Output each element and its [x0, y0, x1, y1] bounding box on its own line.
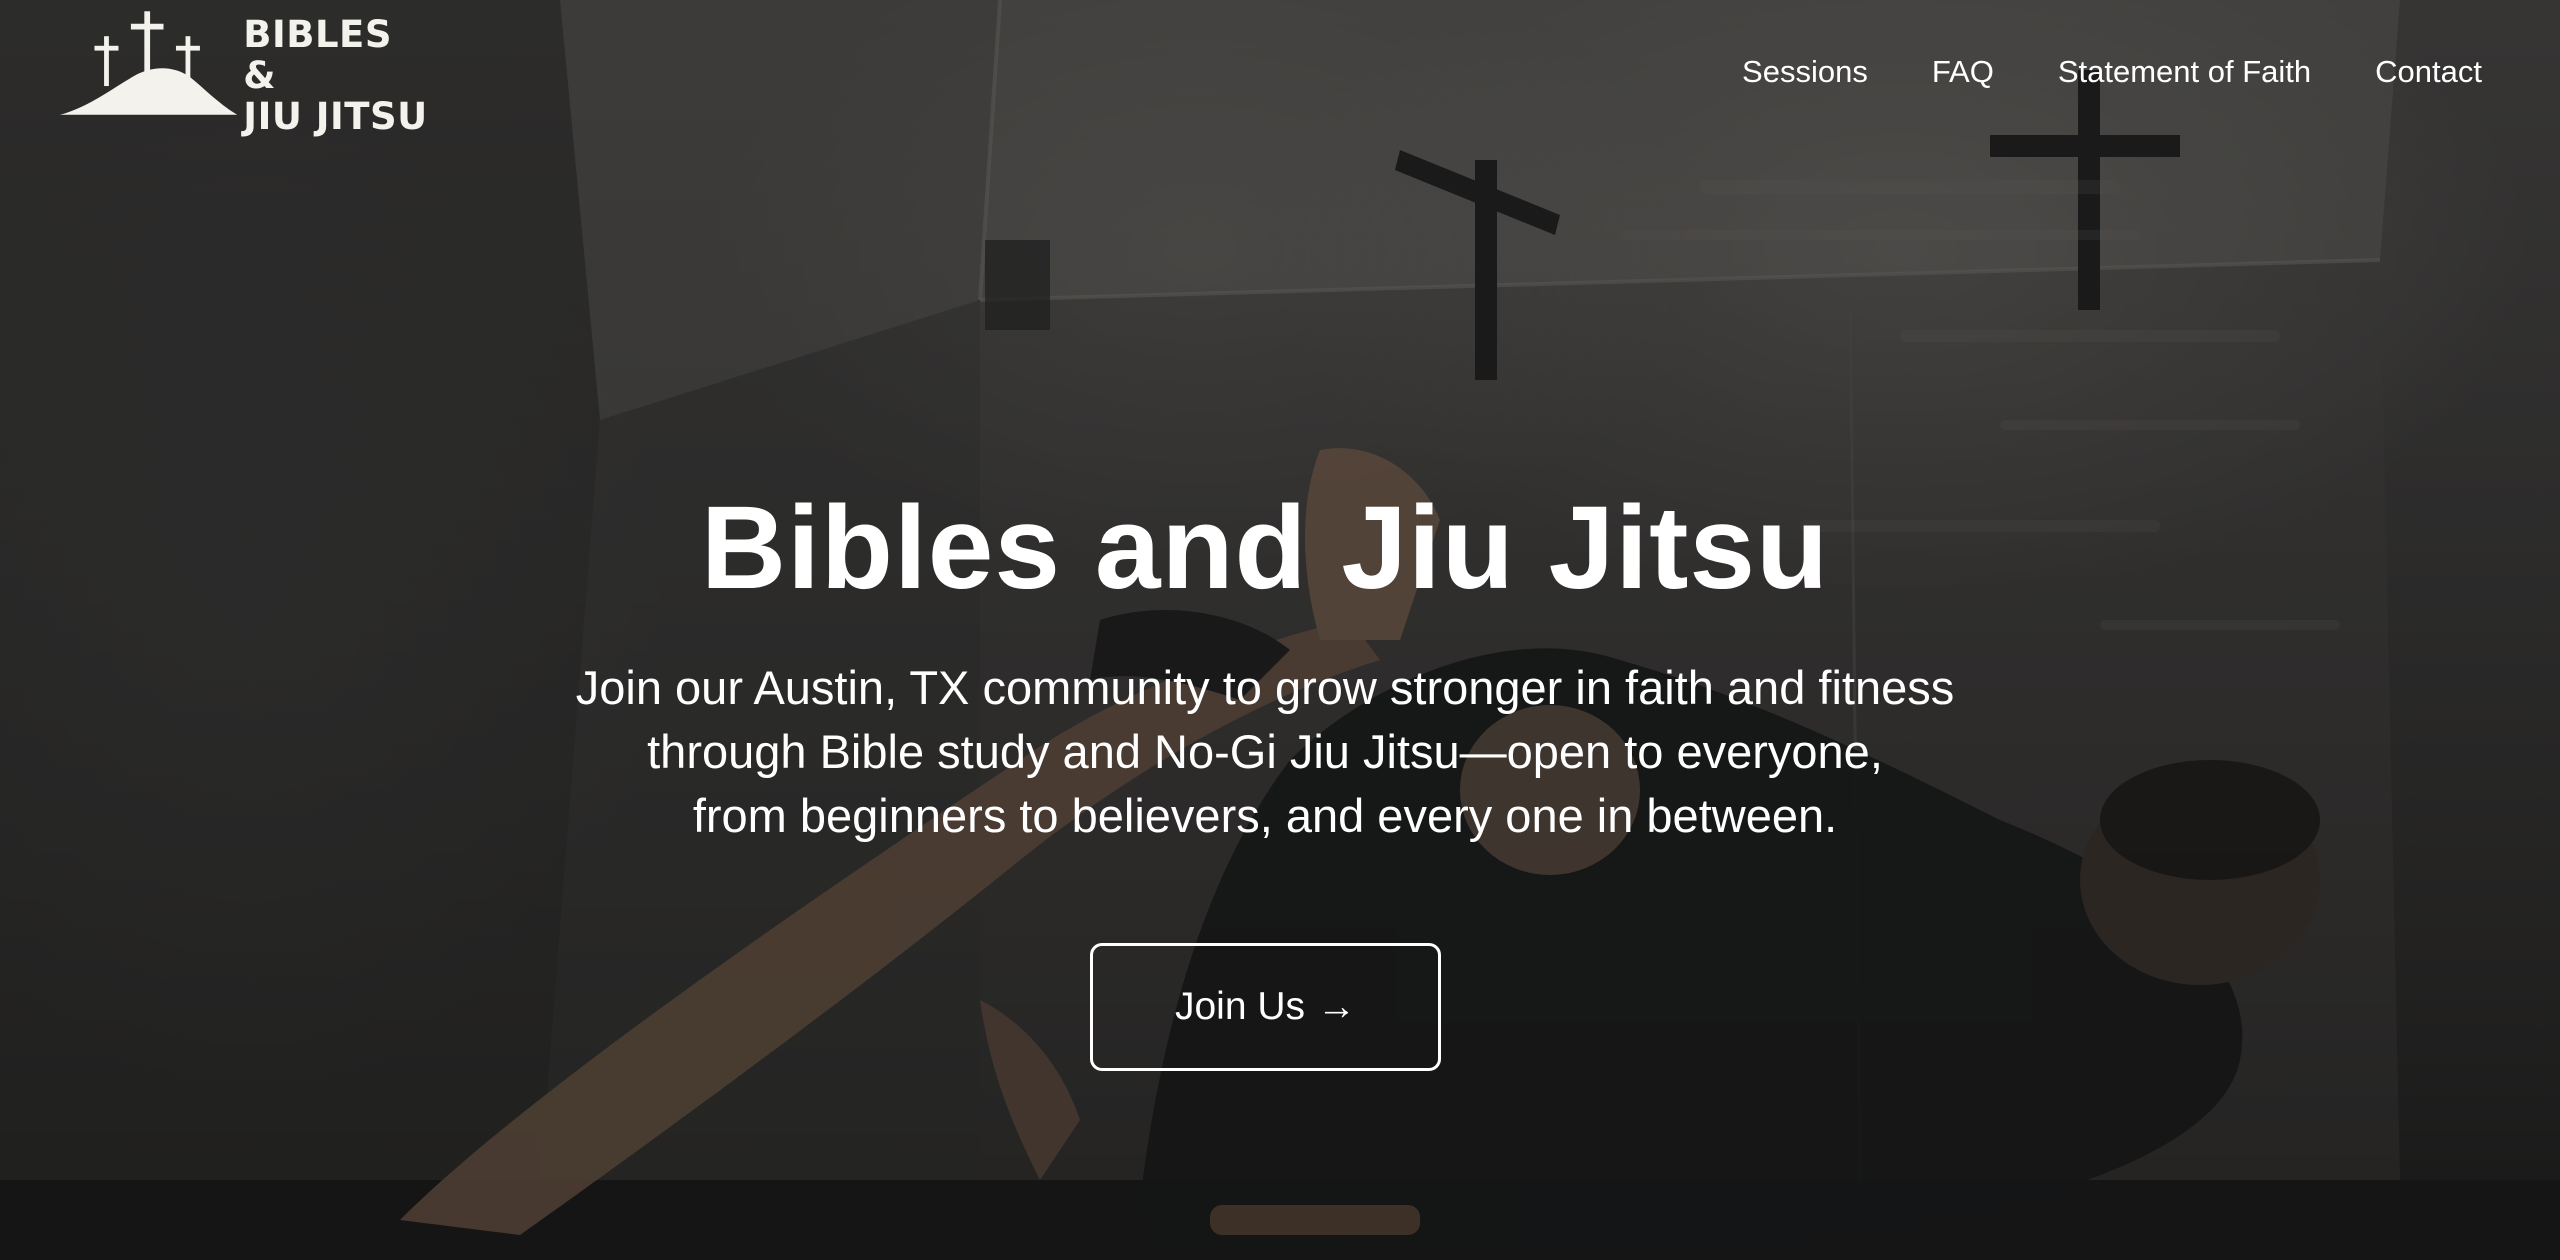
- nav-link-faq[interactable]: FAQ: [1932, 52, 1994, 92]
- three-crosses-hill-icon: [60, 11, 238, 115]
- hero-subtitle-line: Join our Austin, TX community to grow st…: [575, 661, 1955, 714]
- main-nav: Sessions FAQ Statement of Faith Contact: [1742, 52, 2482, 92]
- site-header: BIBLES & JIU JITSU Sessions FAQ Statemen…: [0, 0, 2560, 150]
- hero-subtitle-line: from beginners to believers, and every o…: [692, 789, 1838, 842]
- brand-logo-link[interactable]: BIBLES & JIU JITSU: [60, 4, 430, 137]
- brand-name-line2: JIU JITSU: [243, 94, 428, 138]
- hero-dark-overlay: [0, 0, 2560, 1260]
- join-us-button[interactable]: Join Us →: [1090, 943, 1441, 1071]
- nav-link-sessions[interactable]: Sessions: [1742, 52, 1868, 92]
- hero-subtitle-line: through Bible study and No-Gi Jiu Jitsu—…: [647, 725, 1883, 778]
- arrow-right-icon: →: [1317, 985, 1357, 1028]
- brand-name-line1: BIBLES &: [243, 12, 392, 97]
- hero-subtitle: Join our Austin, TX community to grow st…: [430, 656, 2100, 848]
- join-us-label: Join Us: [1174, 985, 1306, 1028]
- nav-link-statement-of-faith[interactable]: Statement of Faith: [2058, 52, 2311, 92]
- nav-link-contact[interactable]: Contact: [2375, 52, 2482, 92]
- hero-title: Bibles and Jiu Jitsu: [700, 482, 1830, 614]
- brand-name: BIBLES & JIU JITSU: [243, 14, 430, 137]
